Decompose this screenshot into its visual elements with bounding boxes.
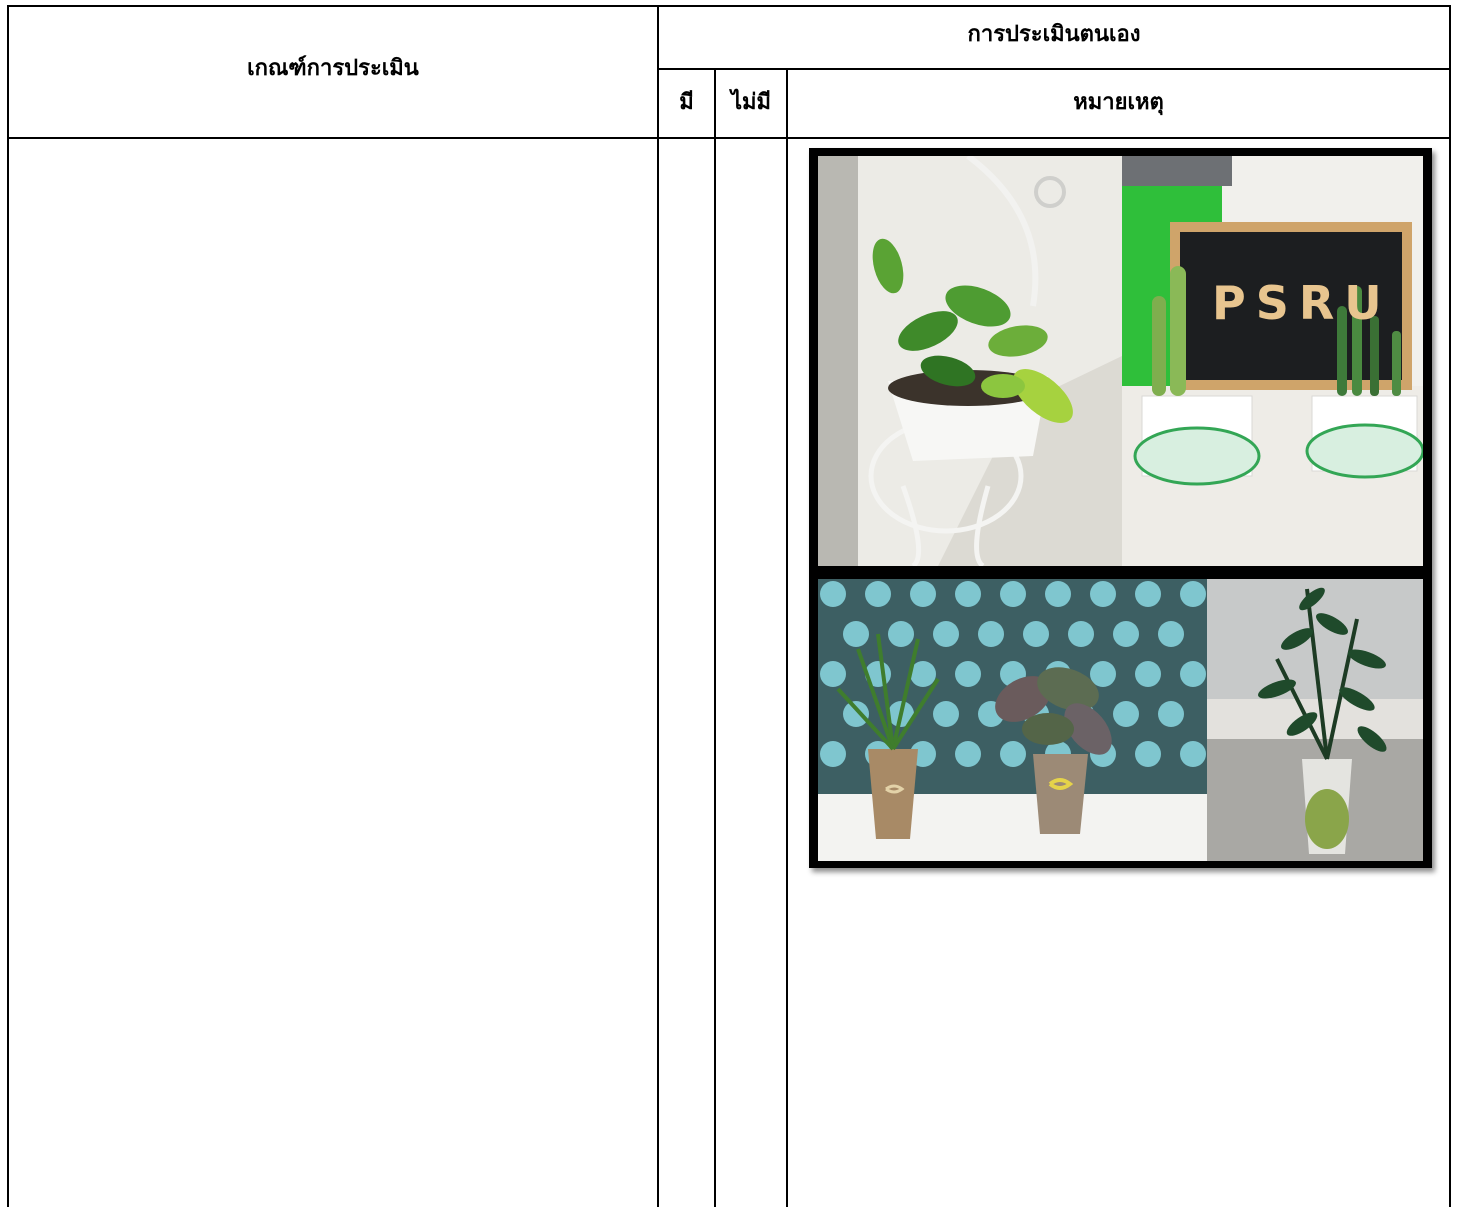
- pothos-plant-photo: [818, 156, 1122, 566]
- self-assessment-header: การประเมินตนเอง: [967, 22, 1141, 47]
- table-border-right: [1449, 5, 1451, 1207]
- psru-sign-text: PSRU: [1212, 276, 1392, 330]
- no-column-divider: [786, 68, 788, 1207]
- plant-photo-collage: PSRU: [809, 148, 1432, 868]
- zz-plant-lobby-photo: [1207, 579, 1423, 861]
- criteria-column-divider: [657, 5, 659, 1207]
- table-border-top: [7, 5, 1451, 7]
- potted-plants-polka-dot-photo: [818, 579, 1207, 861]
- header-bottom-divider: [7, 137, 1451, 139]
- column-remarks-header: หมายเหตุ: [1073, 90, 1164, 115]
- column-yes-header: มี: [679, 90, 694, 115]
- criteria-header: เกณฑ์การประเมิน: [247, 56, 419, 81]
- yes-column-divider: [714, 68, 716, 1207]
- table-border-left: [7, 5, 9, 1207]
- subheader-row-divider: [657, 68, 1451, 70]
- column-no-header: ไม่มี: [730, 90, 772, 115]
- cactus-psru-sign-photo: PSRU: [1122, 156, 1423, 566]
